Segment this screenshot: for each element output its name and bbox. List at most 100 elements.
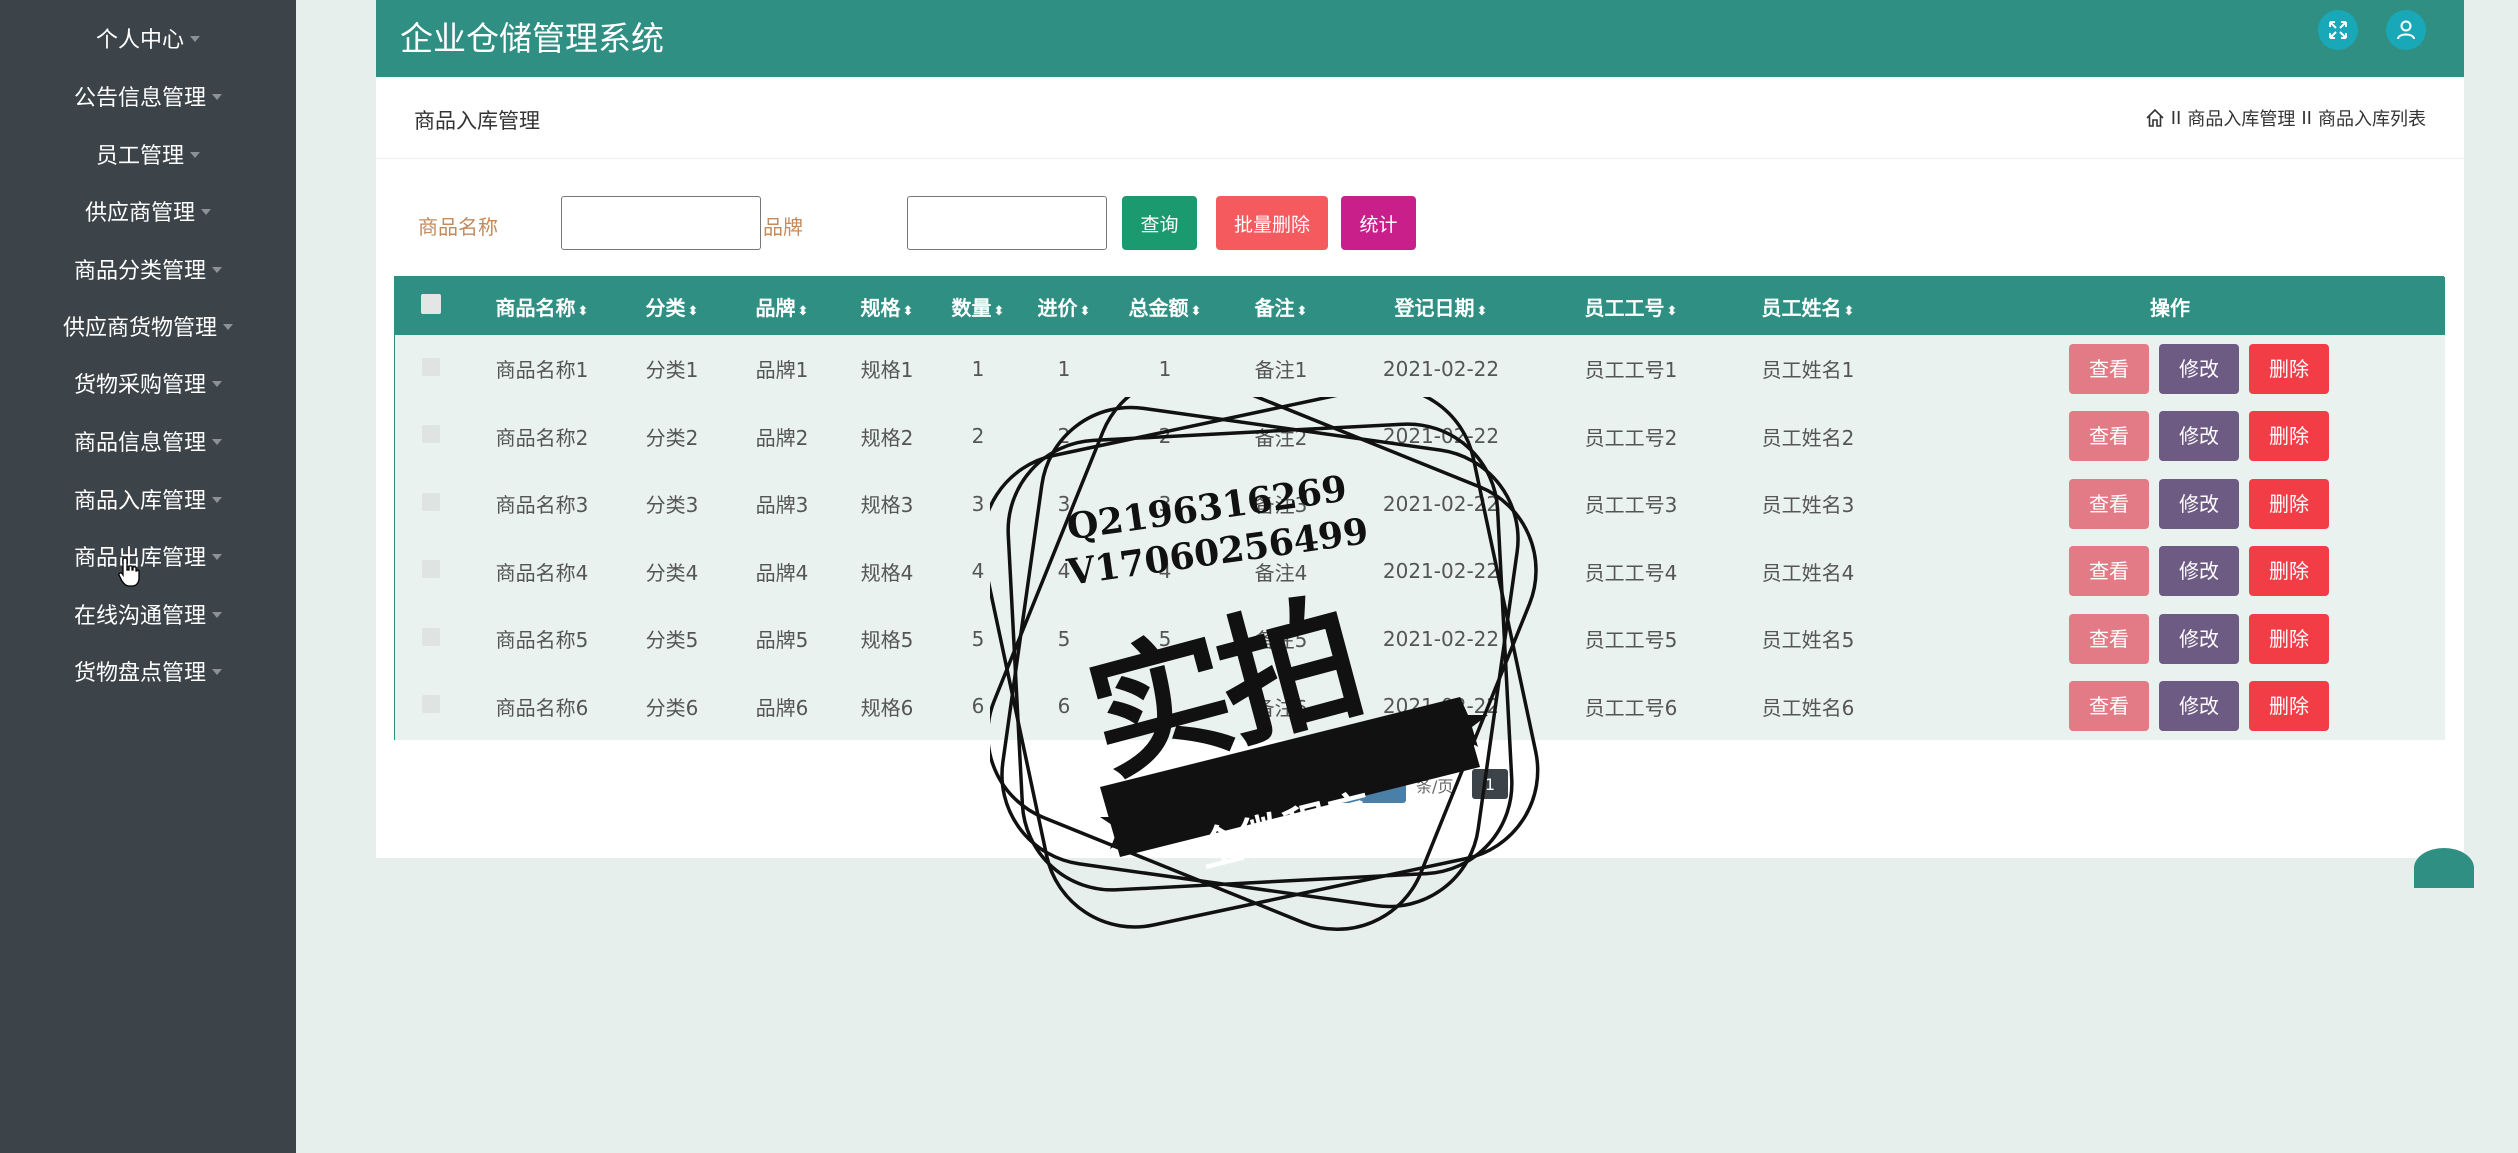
row-checkbox[interactable] [422,695,440,714]
col-header-price[interactable]: 进价 ⬍ [1019,277,1109,335]
cell-price: 4 [1057,559,1071,584]
cell-total: 1 [1158,356,1172,381]
view-button[interactable]: 查看 [2069,546,2149,597]
caret-down-icon [212,554,222,560]
stats-button[interactable]: 统计 [1341,196,1416,250]
page-number-1[interactable]: 1 [1472,769,1508,799]
cell-employee-name: 员工姓名4 [1761,560,1855,585]
per-page-label: 条/页 [1416,777,1454,796]
col-header-goods-name[interactable]: 商品名称 ⬍ [467,277,617,335]
mouse-cursor-icon [118,557,140,587]
page-size-select[interactable]: 10 ▾ [1326,763,1406,803]
sidebar-item-supplier-goods[interactable]: 供应商货物管理 [0,301,296,351]
view-button[interactable]: 查看 [2069,681,2149,732]
sidebar-item-stock-in[interactable]: 商品入库管理 [0,474,296,524]
cell-date: 2021-02-22 [1382,356,1500,381]
breadcrumb-separator: II [2301,107,2312,129]
view-button[interactable]: 查看 [2069,478,2149,529]
sidebar-item-inventory[interactable]: 货物盘点管理 [0,646,296,696]
query-button[interactable]: 查询 [1122,196,1197,250]
row-actions: 查看 修改 删除 [1895,538,2445,606]
cell-category: 分类6 [645,695,699,720]
edit-button[interactable]: 修改 [2159,343,2239,394]
row-checkbox[interactable] [422,357,440,376]
fullscreen-button[interactable] [2318,10,2358,50]
sort-icon: ⬍ [577,303,589,319]
user-button[interactable] [2386,10,2426,50]
cell-employee-name: 员工姓名2 [1761,425,1855,450]
delete-button[interactable]: 删除 [2249,681,2329,732]
col-header-remark[interactable]: 备注 ⬍ [1221,277,1341,335]
sidebar-item-goods-info[interactable]: 商品信息管理 [0,416,296,466]
cell-employee-no: 员工工号3 [1584,493,1678,518]
caret-down-icon [212,94,222,100]
chevron-down-icon: ▾ [1391,775,1398,789]
cell-employee-name: 员工姓名1 [1761,358,1855,383]
col-header-total[interactable]: 总金额 ⬍ [1109,277,1221,335]
sidebar-item-supplier[interactable]: 供应商管理 [0,186,296,236]
sort-icon: ⬍ [797,303,809,319]
sidebar-item-personal-center[interactable]: 个人中心 [0,13,296,63]
cell-goods-name: 商品名称3 [495,493,589,518]
col-header-quantity[interactable]: 数量 ⬍ [937,277,1019,335]
view-button[interactable]: 查看 [2069,411,2149,462]
col-header-brand[interactable]: 品牌 ⬍ [727,277,837,335]
caret-down-icon [190,36,200,42]
view-button[interactable]: 查看 [2069,343,2149,394]
sidebar-item-category[interactable]: 商品分类管理 [0,244,296,294]
sidebar-item-notice[interactable]: 公告信息管理 [0,71,296,121]
col-header-employee-no[interactable]: 员工工号 ⬍ [1541,277,1721,335]
delete-button[interactable]: 删除 [2249,343,2329,394]
caret-down-icon [212,669,222,675]
cell-date: 2021-02-22 [1382,559,1500,584]
cell-category: 分类2 [645,425,699,450]
sort-icon: ⬍ [687,303,699,319]
edit-button[interactable]: 修改 [2159,681,2239,732]
cell-goods-name: 商品名称6 [495,695,589,720]
breadcrumb-item-stock-in[interactable]: 商品入库管理 [2187,105,2295,131]
col-header-date[interactable]: 登记日期 ⬍ [1341,277,1541,335]
cell-category: 分类4 [645,560,699,585]
home-icon[interactable] [2145,108,2165,128]
col-header-spec[interactable]: 规格 ⬍ [837,277,937,335]
select-all-checkbox[interactable] [421,293,441,314]
row-checkbox[interactable] [422,560,440,579]
cell-goods-name: 商品名称2 [495,425,589,450]
edit-button[interactable]: 修改 [2159,411,2239,462]
sidebar-item-stock-out[interactable]: 商品出库管理 [0,531,296,581]
corner-widget [2414,848,2474,888]
edit-button[interactable]: 修改 [2159,478,2239,529]
view-button[interactable]: 查看 [2069,613,2149,664]
row-checkbox[interactable] [422,627,440,646]
cell-goods-name: 商品名称5 [495,628,589,653]
delete-button[interactable]: 删除 [2249,546,2329,597]
cell-price: 5 [1057,626,1071,651]
row-checkbox[interactable] [422,425,440,444]
sidebar-item-purchase[interactable]: 货物采购管理 [0,358,296,408]
batch-delete-button[interactable]: 批量删除 [1216,196,1328,250]
delete-button[interactable]: 删除 [2249,411,2329,462]
edit-button[interactable]: 修改 [2159,546,2239,597]
col-header-category[interactable]: 分类 ⬍ [617,277,727,335]
cell-brand: 品牌6 [755,695,809,720]
col-header-employee-name[interactable]: 员工姓名 ⬍ [1721,277,1895,335]
row-checkbox[interactable] [422,492,440,511]
sidebar-item-employee[interactable]: 员工管理 [0,129,296,179]
goods-name-input[interactable] [561,196,761,250]
sort-icon: ⬍ [1476,303,1488,319]
cell-quantity: 5 [971,626,985,651]
cell-price: 2 [1057,424,1071,449]
edit-button[interactable]: 修改 [2159,613,2239,664]
cell-remark: 备注3 [1254,493,1308,518]
brand-input[interactable] [907,196,1107,250]
table-row: 商品名称2 分类2 品牌2 规格2 2 2 2 备注2 2021-02-22 员工工号2 员工姓名2… [395,402,2445,470]
cell-total: 3 [1158,491,1172,516]
cell-quantity: 4 [971,559,985,584]
breadcrumb-separator: II [2170,107,2182,129]
delete-button[interactable]: 删除 [2249,478,2329,529]
caret-down-icon [190,152,200,158]
sort-icon: ⬍ [1296,303,1308,319]
delete-button[interactable]: 删除 [2249,613,2329,664]
cell-employee-no: 员工工号6 [1584,695,1678,720]
sidebar-item-chat[interactable]: 在线沟通管理 [0,589,296,639]
